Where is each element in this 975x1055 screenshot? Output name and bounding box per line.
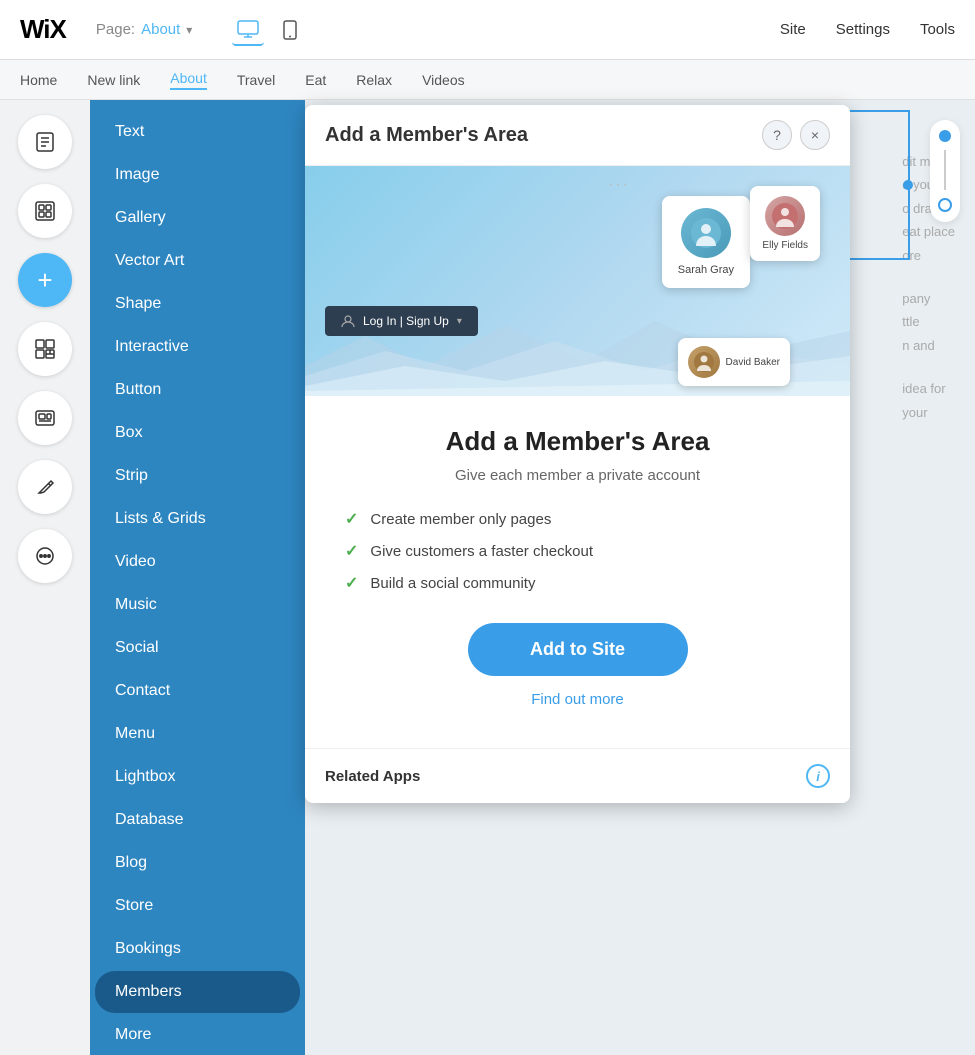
features-list: ✓ Create member only pages ✓ Give custom…: [345, 509, 810, 593]
login-bar: Log In | Sign Up ▾: [325, 306, 478, 336]
left-sidebar: +: [0, 100, 90, 1055]
feature-text-1: Give customers a faster checkout: [370, 543, 593, 560]
panel-item-members[interactable]: Members: [95, 971, 300, 1013]
top-nav-items: Site Settings Tools: [780, 21, 955, 38]
panel-item-vectorart[interactable]: Vector Art: [95, 240, 300, 282]
site-nav-eat[interactable]: Eat: [305, 72, 326, 88]
info-icon[interactable]: i: [806, 764, 830, 788]
add-panel: Text Image Gallery Vector Art Shape Inte…: [90, 100, 305, 1055]
panel-item-bookings[interactable]: Bookings: [95, 928, 300, 970]
panel-item-gallery[interactable]: Gallery: [95, 197, 300, 239]
panel-item-lightbox[interactable]: Lightbox: [95, 756, 300, 798]
avatar-name-david: David Baker: [726, 357, 780, 368]
feature-item-2: ✓ Build a social community: [345, 573, 810, 593]
editor-area: +: [0, 100, 975, 1055]
page-name: About: [141, 21, 180, 38]
panel-item-more[interactable]: More: [95, 1014, 300, 1055]
page-label: Page:: [96, 21, 135, 38]
modal-header-btns: ? ×: [762, 120, 830, 150]
site-nav-videos[interactable]: Videos: [422, 72, 465, 88]
chat-sidebar-btn[interactable]: [18, 529, 72, 583]
modal-title: Add a Member's Area: [325, 124, 762, 147]
login-text: Log In | Sign Up: [363, 314, 449, 328]
feature-item-1: ✓ Give customers a faster checkout: [345, 541, 810, 561]
panel-item-interactive[interactable]: Interactive: [95, 326, 300, 368]
avatar-card-elly: Elly Fields: [750, 186, 820, 261]
site-nav-about[interactable]: About: [170, 70, 207, 90]
avatar-image-elly: [765, 196, 805, 236]
modal-footer: Related Apps i: [305, 748, 850, 803]
find-out-more-link[interactable]: Find out more: [345, 691, 810, 708]
panel-item-contact[interactable]: Contact: [95, 670, 300, 712]
feature-text-0: Create member only pages: [370, 511, 551, 528]
members-area-modal: Add a Member's Area ? × Log In | S: [305, 105, 850, 803]
device-icons: [232, 14, 306, 46]
media-sidebar-btn[interactable]: [18, 391, 72, 445]
dropdown-arrow-icon: ▾: [457, 316, 462, 327]
modal-main-title: Add a Member's Area: [345, 426, 810, 457]
panel-item-strip[interactable]: Strip: [95, 455, 300, 497]
avatar-image-sarah: [681, 208, 731, 258]
modal-close-btn[interactable]: ×: [800, 120, 830, 150]
panel-item-music[interactable]: Music: [95, 584, 300, 626]
site-nav-bar: Home New link About Travel Eat Relax Vid…: [0, 60, 975, 100]
right-panel: [915, 100, 975, 1055]
avatar-card-sarah: Sarah Gray: [662, 196, 750, 288]
tools-nav-btn[interactable]: Tools: [920, 21, 955, 38]
selection-handle[interactable]: [903, 180, 913, 190]
modal-body: Add a Member's Area Give each member a p…: [305, 396, 850, 748]
related-apps-label: Related Apps: [325, 768, 420, 785]
desktop-device-btn[interactable]: [232, 14, 264, 46]
panel-item-store[interactable]: Store: [95, 885, 300, 927]
avatar-card-david: David Baker: [678, 338, 790, 386]
panel-item-social[interactable]: Social: [95, 627, 300, 669]
card-dots-icon: ···: [608, 176, 630, 194]
wix-logo: WiX: [20, 14, 66, 45]
avatar-name-elly: Elly Fields: [762, 240, 808, 251]
add-to-site-button[interactable]: Add to Site: [468, 623, 688, 676]
panel-item-image[interactable]: Image: [95, 154, 300, 196]
zoom-line: [944, 150, 946, 190]
avatar-image-david: [688, 346, 720, 378]
zoom-control: [930, 120, 960, 222]
check-icon-0: ✓: [345, 509, 358, 529]
apps-sidebar-btn[interactable]: [18, 322, 72, 376]
blog-sidebar-btn[interactable]: [18, 460, 72, 514]
modal-hero: Log In | Sign Up ▾ ··· Sarah Gray: [305, 166, 850, 396]
avatar-name-sarah: Sarah Gray: [678, 264, 734, 276]
pages-sidebar-btn[interactable]: [18, 115, 72, 169]
add-sidebar-btn[interactable]: +: [18, 253, 72, 307]
site-nav-home[interactable]: Home: [20, 72, 57, 88]
panel-item-text[interactable]: Text: [95, 111, 300, 153]
feature-item-0: ✓ Create member only pages: [345, 509, 810, 529]
page-selector[interactable]: Page: About ▾: [96, 21, 192, 38]
check-icon-2: ✓: [345, 573, 358, 593]
zoom-dot: [939, 130, 951, 142]
panel-item-database[interactable]: Database: [95, 799, 300, 841]
site-nav-btn[interactable]: Site: [780, 21, 806, 38]
settings-nav-btn[interactable]: Settings: [836, 21, 890, 38]
panel-item-shape[interactable]: Shape: [95, 283, 300, 325]
panel-item-video[interactable]: Video: [95, 541, 300, 583]
zoom-handle[interactable]: [938, 198, 952, 212]
modal-help-btn[interactable]: ?: [762, 120, 792, 150]
chevron-down-icon[interactable]: ▾: [186, 23, 192, 37]
site-nav-travel[interactable]: Travel: [237, 72, 275, 88]
top-bar: WiX Page: About ▾ Site Settings Tools: [0, 0, 975, 60]
site-nav-newlink[interactable]: New link: [87, 72, 140, 88]
site-nav-relax[interactable]: Relax: [356, 72, 392, 88]
panel-item-listsgrids[interactable]: Lists & Grids: [95, 498, 300, 540]
panel-item-button[interactable]: Button: [95, 369, 300, 411]
feature-text-2: Build a social community: [370, 575, 535, 592]
modal-subtitle: Give each member a private account: [345, 467, 810, 484]
check-icon-1: ✓: [345, 541, 358, 561]
panel-item-box[interactable]: Box: [95, 412, 300, 454]
elements-sidebar-btn[interactable]: [18, 184, 72, 238]
panel-item-menu[interactable]: Menu: [95, 713, 300, 755]
panel-item-blog[interactable]: Blog: [95, 842, 300, 884]
mobile-device-btn[interactable]: [274, 14, 306, 46]
modal-header: Add a Member's Area ? ×: [305, 105, 850, 166]
